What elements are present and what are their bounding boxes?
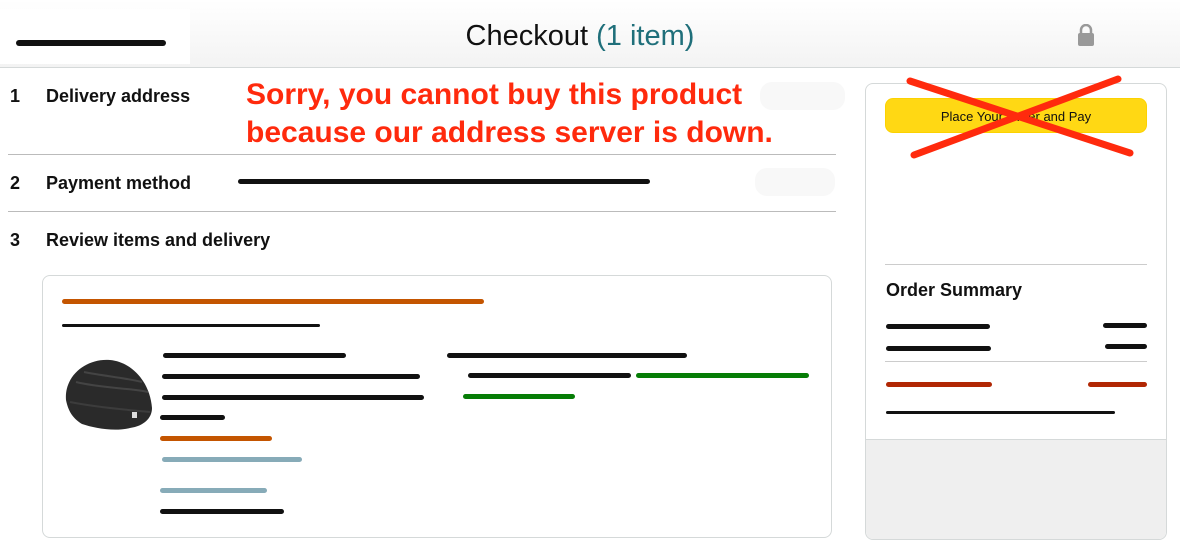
step-3-label: Review items and delivery [46, 230, 271, 250]
summary-note-redacted [886, 411, 1115, 414]
page-title: Checkout (1 item) [0, 20, 1160, 53]
product-title-redacted [163, 353, 346, 358]
summary-shipping-redacted [886, 346, 991, 351]
quantity-redacted [160, 509, 284, 514]
panel-footer [866, 439, 1166, 539]
checkout-header: Checkout (1 item) [0, 0, 1180, 68]
step-3-number: 3 [10, 230, 21, 250]
order-total-amount-redacted [1088, 382, 1147, 387]
product-title-redacted [162, 374, 420, 379]
divider [885, 264, 1147, 265]
step-1-label: Delivery address [46, 86, 191, 106]
product-image-beanie[interactable] [60, 352, 156, 434]
order-summary-title: Order Summary [886, 280, 1023, 300]
error-line-1: Sorry, you cannot buy this product [246, 78, 743, 111]
step-2-number: 2 [10, 173, 21, 193]
item-count-open: ( [596, 20, 606, 52]
order-summary-panel [865, 83, 1167, 540]
product-seller-redacted [160, 436, 272, 441]
error-line-2: because our address server is down. [246, 116, 773, 149]
divider [8, 154, 836, 155]
step-2-change-faded[interactable] [755, 168, 835, 196]
divider [8, 211, 836, 212]
delivery-option-free-redacted [463, 394, 575, 399]
item-count[interactable]: (1 item) [596, 20, 694, 52]
summary-items-redacted [886, 324, 990, 329]
step-2-label: Payment method [46, 173, 192, 193]
product-link-redacted[interactable] [162, 457, 302, 462]
shipping-info-redacted [62, 324, 320, 327]
product-price-redacted [160, 415, 225, 420]
delivery-option-free-redacted [636, 373, 809, 378]
divider [885, 361, 1147, 362]
item-count-link[interactable]: 1 item [606, 20, 685, 52]
delivery-option-title-redacted [447, 353, 687, 358]
product-detail-redacted [162, 395, 424, 400]
summary-items-amount-redacted [1103, 323, 1147, 328]
summary-shipping-amount-redacted [1105, 344, 1147, 349]
place-order-button[interactable]: Place Your Order and Pay [885, 98, 1147, 133]
title-text: Checkout [465, 20, 589, 52]
step-1-number: 1 [10, 86, 21, 106]
review-items-box [42, 275, 832, 538]
delivery-option-redacted[interactable] [468, 373, 631, 378]
order-total-label-redacted [886, 382, 992, 387]
product-link-redacted[interactable] [160, 488, 267, 493]
lock-icon [1078, 24, 1094, 46]
payment-redacted [238, 179, 650, 184]
error-message: Sorry, you cannot buy this product becau… [246, 76, 846, 152]
item-count-close: ) [684, 20, 695, 52]
delivery-date-redacted [62, 299, 484, 304]
